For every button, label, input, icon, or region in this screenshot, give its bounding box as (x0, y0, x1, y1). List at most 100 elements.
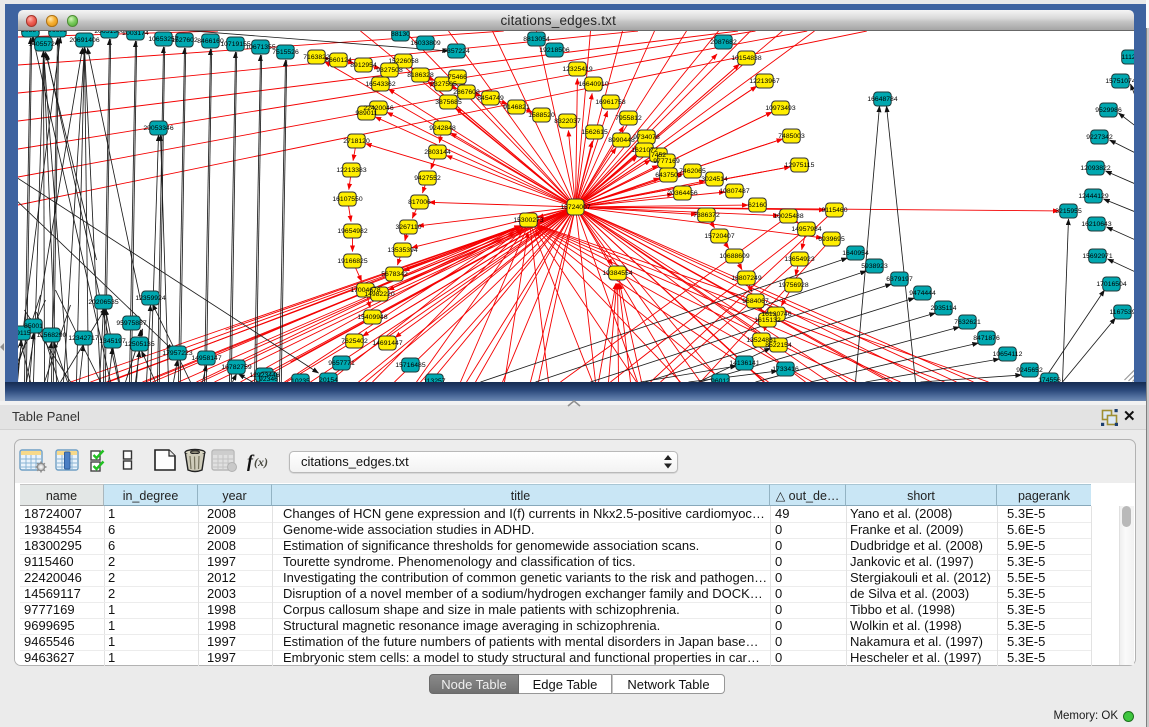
svg-text:20691406: 20691406 (69, 37, 99, 44)
svg-text:8522154: 8522154 (765, 342, 792, 349)
svg-text:1345197: 1345197 (99, 338, 126, 345)
svg-text:9529986: 9529986 (1095, 107, 1122, 114)
svg-text:19756928: 19756928 (778, 282, 808, 289)
svg-text:10671355: 10671355 (245, 44, 275, 51)
svg-text:12342717: 12342717 (68, 335, 98, 342)
svg-text:14957984: 14957984 (791, 226, 821, 233)
svg-text:3024514: 3024514 (701, 176, 728, 183)
svg-text:1733416: 1733416 (772, 366, 799, 373)
svg-text:96012: 96012 (711, 378, 730, 382)
svg-text:88130: 88130 (391, 31, 410, 38)
svg-text:14136141: 14136141 (729, 360, 759, 367)
svg-text:16543362: 16543362 (365, 81, 395, 88)
svg-text:15716485: 15716485 (395, 362, 425, 369)
svg-text:15692971: 15692971 (1082, 253, 1112, 260)
svg-text:10807487: 10807487 (719, 188, 749, 195)
svg-text:16107550: 16107550 (332, 196, 362, 203)
svg-text:9327505: 9327505 (430, 81, 457, 88)
svg-text:2803144: 2803144 (424, 149, 451, 156)
svg-text:11568290: 11568290 (36, 332, 66, 339)
svg-text:14691447: 14691447 (372, 340, 402, 347)
svg-text:5678342: 5678342 (381, 271, 408, 278)
svg-text:9684067: 9684067 (742, 298, 769, 305)
svg-text:7462065: 7462065 (679, 168, 706, 175)
svg-text:8813054: 8813054 (523, 36, 550, 43)
svg-text:12093822: 12093822 (1080, 165, 1110, 172)
svg-text:18724007: 18724007 (560, 204, 590, 211)
svg-text:3267110: 3267110 (395, 224, 421, 231)
svg-text:19166825: 19166825 (337, 258, 367, 265)
svg-text:5938923: 5938923 (861, 263, 888, 270)
svg-text:1615132: 1615132 (754, 317, 781, 324)
svg-text:8660124: 8660124 (325, 57, 352, 64)
svg-text:7357224: 7357224 (443, 48, 470, 55)
svg-text:12213967: 12213967 (749, 78, 779, 85)
svg-text:15409948: 15409948 (357, 314, 387, 321)
svg-text:(x): (x) (254, 455, 268, 469)
svg-text:16640910: 16640910 (578, 81, 608, 88)
svg-text:14055724: 14055724 (28, 41, 58, 48)
svg-text:1562615: 1562615 (581, 129, 608, 136)
svg-text:19384554: 19384554 (602, 270, 632, 277)
svg-text:16782759: 16782759 (221, 364, 251, 371)
svg-text:9777169: 9777169 (653, 158, 680, 165)
svg-text:1588520: 1588520 (528, 112, 555, 119)
svg-text:7485003: 7485003 (778, 133, 805, 140)
svg-text:8454749: 8454749 (477, 95, 504, 102)
svg-text:29053346: 29053346 (143, 125, 173, 132)
svg-text:10688609: 10688609 (719, 253, 749, 260)
svg-text:7625402: 7625402 (341, 338, 368, 345)
svg-text:9474444: 9474444 (909, 290, 936, 297)
svg-text:8990448: 8990448 (608, 137, 635, 144)
svg-text:16210643: 16210643 (1081, 221, 1111, 228)
svg-text:19218506: 19218506 (539, 47, 569, 54)
svg-text:113257: 113257 (423, 378, 445, 382)
svg-text:15300273: 15300273 (513, 217, 543, 224)
svg-text:62160: 62160 (748, 202, 767, 209)
svg-text:85001: 85001 (24, 323, 43, 330)
svg-text:14982220: 14982220 (364, 291, 394, 298)
svg-text:9427552: 9427552 (414, 175, 441, 182)
svg-text:9115460: 9115460 (821, 207, 847, 214)
svg-text:12444129: 12444129 (1078, 193, 1108, 200)
svg-text:1640954: 1640954 (842, 250, 869, 257)
svg-text:174556: 174556 (1038, 377, 1061, 382)
svg-text:6437503: 6437503 (655, 172, 682, 179)
svg-text:2718120: 2718120 (343, 138, 370, 145)
svg-text:8186328: 8186328 (407, 72, 434, 79)
svg-text:9327508: 9327508 (376, 67, 403, 74)
svg-text:16961758: 16961758 (595, 99, 625, 106)
svg-text:13535394: 13535394 (387, 247, 417, 254)
svg-text:989011: 989011 (355, 110, 377, 117)
svg-text:6939695: 6939695 (818, 236, 845, 243)
svg-text:9146821: 9146821 (503, 104, 530, 111)
svg-text:2867608: 2867608 (453, 89, 480, 96)
svg-text:17016504: 17016504 (1096, 281, 1126, 288)
svg-text:20154: 20154 (319, 377, 338, 382)
svg-text:8912954: 8912954 (350, 62, 377, 69)
svg-text:1167539: 1167539 (1109, 309, 1134, 316)
svg-text:15720407: 15720407 (704, 233, 734, 240)
svg-text:12213383: 12213383 (336, 167, 366, 174)
svg-text:9734078: 9734078 (633, 134, 660, 141)
svg-text:12505135: 12505135 (124, 341, 154, 348)
svg-text:8322037: 8322037 (554, 118, 581, 125)
svg-text:10235: 10235 (291, 378, 310, 382)
svg-text:3215955: 3215955 (1055, 208, 1082, 215)
svg-text:9242848: 9242848 (429, 125, 456, 132)
svg-text:7632621: 7632621 (954, 319, 981, 326)
svg-text:7955812: 7955812 (615, 115, 642, 122)
svg-text:96605: 96605 (48, 31, 67, 34)
svg-text:10025488: 10025488 (773, 213, 803, 220)
svg-text:19654982: 19654982 (337, 228, 367, 235)
svg-text:6379197: 6379197 (886, 276, 913, 283)
svg-text:8471876: 8471876 (973, 335, 1000, 342)
svg-text:16648784: 16648784 (867, 96, 897, 103)
svg-text:15226058: 15226058 (388, 58, 418, 65)
svg-text:20651306: 20651306 (94, 31, 124, 35)
svg-text:12975115: 12975115 (784, 162, 814, 169)
svg-text:12359924: 12359924 (135, 295, 165, 302)
svg-text:10973493: 10973493 (765, 105, 795, 112)
svg-text:3875685: 3875685 (435, 99, 462, 106)
svg-text:7515526: 7515526 (272, 49, 299, 56)
